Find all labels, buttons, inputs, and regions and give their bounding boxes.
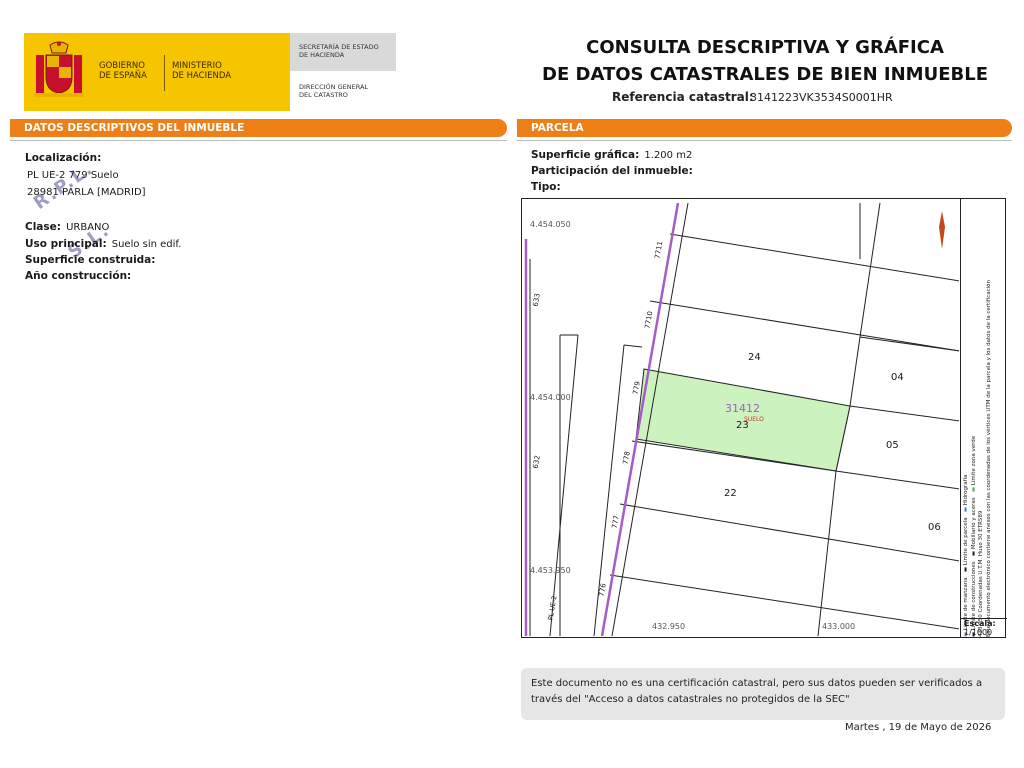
parcel-label-05: 05 xyxy=(886,440,899,451)
selected-parcel-use: SUELO xyxy=(744,416,764,423)
document-date: Martes , 19 de Mayo de 2026 xyxy=(845,722,992,733)
secretaria-block: SECRETARÍA DE ESTADO DE HACIENDA xyxy=(290,33,396,71)
secretaria-text: SECRETARÍA DE ESTADO DE HACIENDA xyxy=(299,43,379,59)
government-logo: GOBIERNO DE ESPAÑA MINISTERIO DE HACIENDA xyxy=(24,33,290,111)
parcel-label-04: 04 xyxy=(891,372,904,383)
document-title: CONSULTA DESCRIPTIVA Y GRÁFICA DE DATOS … xyxy=(542,37,988,85)
field-uso-principal: Uso principal: Suelo sin edif. xyxy=(25,238,182,250)
section-divider-right xyxy=(517,140,1012,141)
disclaimer-notice: Este documento no es una certificación c… xyxy=(521,668,1005,720)
map-legend: ▬ Límite de manzana ▬ Límite de parcela … xyxy=(960,199,1007,637)
cadastral-map-drawing xyxy=(524,202,959,636)
north-arrow-icon xyxy=(939,211,945,249)
direccion-text: DIRECCIÓN GENERAL DEL CATASTRO xyxy=(299,83,369,99)
field-superficie-grafica: Superficie gráfica: 1.200 m2 xyxy=(531,149,693,161)
scale-label: Escala: xyxy=(964,619,996,628)
coord-x-right: 433.000 xyxy=(822,622,856,631)
scale-value: 1/1000 xyxy=(964,628,993,637)
coord-y-mid: 4.454.000 xyxy=(530,393,571,402)
ref-value: 3141223VK3534S0001HR xyxy=(750,91,893,104)
section-bar-parcela: PARCELA xyxy=(517,119,1012,137)
coord-x-left: 432.950 xyxy=(652,622,686,631)
parcel-label-24: 24 xyxy=(748,352,761,363)
field-tipo: Tipo: xyxy=(531,181,561,193)
legend-annex-note: Este documento electrónico contiene anex… xyxy=(985,280,992,637)
coat-of-arms-icon xyxy=(34,41,84,97)
parcel-label-22: 22 xyxy=(724,488,737,499)
section-title-parcela: PARCELA xyxy=(531,122,584,134)
gobierno-text: GOBIERNO DE ESPAÑA xyxy=(99,61,147,81)
parcel-label-06: 06 xyxy=(928,522,941,533)
field-participacion: Participación del inmueble: xyxy=(531,165,693,177)
parcela-fields: Superficie gráfica: 1.200 m2 Participaci… xyxy=(531,143,693,193)
descriptive-fields: Clase: URBANO Uso principal: Suelo sin e… xyxy=(25,215,182,282)
field-clase: Clase: URBANO xyxy=(25,221,110,233)
field-superficie-construida: Superficie construida: xyxy=(25,254,156,266)
coord-y-top: 4.454.050 xyxy=(530,220,571,229)
legend-coord-note: 433.050 Coordenadas U.T.M. Huso 30 ETRS8… xyxy=(978,510,984,637)
ministerio-text: MINISTERIO DE HACIENDA xyxy=(172,61,232,81)
section-title-datos: DATOS DESCRIPTIVOS DEL INMUEBLE xyxy=(24,122,245,134)
coord-y-bottom: 4.453.950 xyxy=(530,566,571,575)
logo-divider xyxy=(164,55,165,91)
field-ano-construccion: Año construcción: xyxy=(25,270,132,282)
legend-row-1: ▬ Límite de manzana ▬ Límite de parcela … xyxy=(963,474,969,637)
legend-row-2: ▬ Límite de construcciones ▬ Mobiliario … xyxy=(970,435,977,637)
scale-box: Escala: 1/1000 xyxy=(960,618,1007,638)
ref-label: Referencia catastral: xyxy=(612,90,754,104)
selected-parcel-id: 31412 xyxy=(725,402,760,415)
